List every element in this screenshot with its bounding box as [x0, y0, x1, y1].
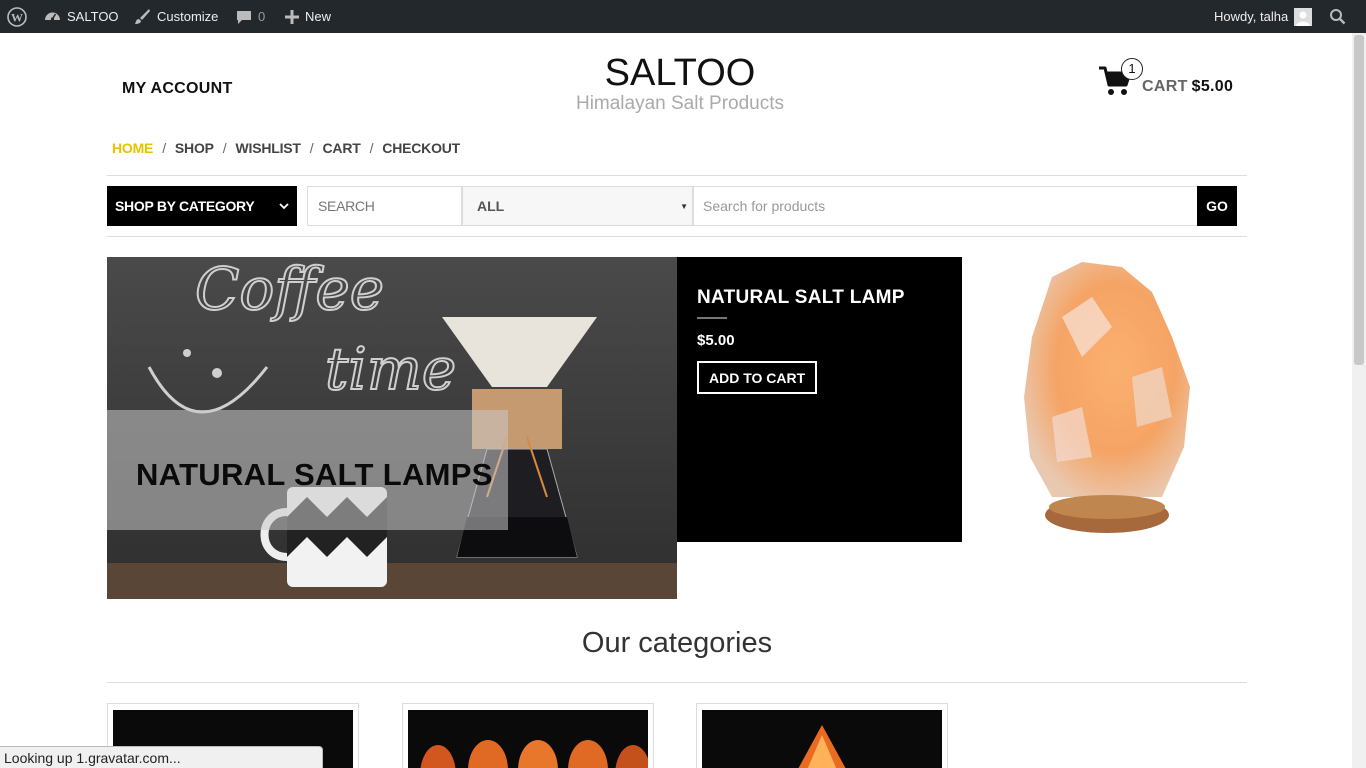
brush-icon — [135, 9, 150, 24]
divider — [107, 175, 1247, 176]
category-card[interactable] — [402, 703, 654, 768]
product-search-input[interactable] — [693, 186, 1198, 226]
comment-icon — [237, 10, 251, 24]
featured-product-price: $5.00 — [697, 332, 735, 349]
howdy-label: Howdy, talha — [1214, 9, 1289, 24]
browser-status-bar: Looking up 1.gravatar.com... — [0, 746, 323, 768]
account-menu[interactable]: Howdy, talha — [1214, 0, 1313, 33]
divider — [107, 236, 1247, 237]
svg-text:W: W — [11, 10, 23, 24]
nav-separator: / — [222, 140, 227, 156]
shop-by-category-dropdown[interactable]: SHOP BY CATEGORY — [107, 186, 297, 226]
categories-heading: Our categories — [581, 627, 773, 659]
site-tagline: Himalayan Salt Products — [575, 93, 785, 114]
new-label: New — [305, 9, 332, 24]
cart-link[interactable]: CART $5.00 — [1142, 78, 1233, 96]
add-to-cart-button[interactable]: ADD TO CART — [697, 361, 818, 394]
site-title[interactable]: SALTOO — [560, 52, 800, 95]
nav-checkout[interactable]: CHECKOUT — [382, 140, 460, 156]
nav-separator: / — [369, 140, 374, 156]
search-label: SEARCH — [307, 186, 462, 226]
chalk-text-coffee: Coffee — [195, 257, 384, 323]
plus-icon — [285, 9, 299, 24]
wordpress-icon: W — [7, 6, 27, 27]
search-go-button[interactable]: GO — [1197, 186, 1237, 226]
comments-count: 0 — [258, 9, 266, 24]
category-image[interactable] — [408, 710, 648, 768]
cart-amount: $5.00 — [1191, 78, 1234, 95]
chevron-down-icon — [279, 203, 289, 210]
page-scrollbar[interactable] — [1352, 33, 1366, 768]
select-arrow-icon: ▼ — [680, 201, 688, 211]
site-name-label: SALTOO — [67, 9, 119, 24]
avatar — [1294, 7, 1313, 26]
shop-by-category-label: SHOP BY CATEGORY — [115, 198, 255, 214]
wordpress-logo-button[interactable]: W — [7, 0, 27, 33]
chalk-text-time: time — [325, 335, 456, 403]
scrollbar-thumb[interactable] — [1354, 35, 1364, 365]
salt-lamp-image[interactable] — [1012, 257, 1202, 542]
category-card[interactable] — [696, 703, 948, 768]
hero-title[interactable]: NATURAL SALT LAMPS — [136, 457, 493, 493]
nav-cart[interactable]: CART — [323, 140, 361, 156]
comments-link[interactable]: 0 — [236, 0, 265, 33]
divider — [107, 682, 1247, 683]
category-image[interactable] — [702, 710, 942, 768]
my-account-link[interactable]: MY ACCOUNT — [122, 80, 233, 98]
nav-shop[interactable]: SHOP — [175, 140, 214, 156]
nav-separator: / — [309, 140, 314, 156]
title-underline — [697, 317, 727, 319]
cart-count-badge: 1 — [1121, 58, 1143, 80]
site-name-link[interactable]: SALTOO — [44, 0, 119, 33]
category-select[interactable]: ALL ▼ — [462, 186, 693, 226]
featured-product-title[interactable]: NATURAL SALT LAMP — [697, 287, 905, 309]
nav-wishlist[interactable]: WISHLIST — [236, 140, 301, 156]
dashboard-icon — [45, 12, 60, 21]
new-content-link[interactable]: New — [285, 0, 331, 33]
category-select-value: ALL — [477, 198, 505, 214]
featured-product-panel: NATURAL SALT LAMP $5.00 ADD TO CART — [677, 257, 962, 542]
cart-label: CART — [1142, 78, 1188, 95]
admin-search-button[interactable] — [1329, 0, 1346, 33]
nav-separator: / — [162, 140, 166, 156]
search-icon — [1330, 9, 1346, 25]
customize-link[interactable]: Customize — [134, 0, 218, 33]
customize-label: Customize — [157, 9, 219, 24]
admin-bar: W SALTOO Customize 0 New Howdy, talha — [0, 0, 1366, 33]
nav-home[interactable]: HOME — [112, 140, 153, 156]
main-navigation: HOME / SHOP / WISHLIST / CART / CHECKOUT — [112, 140, 460, 156]
